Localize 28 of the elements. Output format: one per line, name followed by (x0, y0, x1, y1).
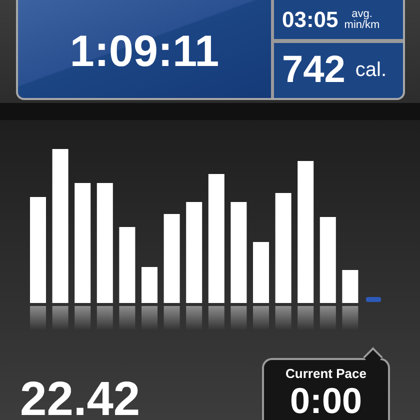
calories-value: 742 (282, 49, 346, 92)
current-pace-label: Current Pace (286, 366, 366, 381)
bar-reflection (74, 306, 91, 330)
bar-reflection (230, 306, 247, 330)
bar-reflection (208, 306, 224, 330)
bar-reflection (186, 306, 202, 330)
bar (342, 270, 358, 303)
bar-reflection (275, 306, 292, 330)
bar-reflection (298, 306, 314, 330)
bar-reflection (320, 306, 336, 330)
bar-reflection (119, 306, 136, 330)
duration-value: 1:09:11 (70, 26, 220, 77)
bar-reflection (52, 306, 68, 330)
distance-value: 22.42 (20, 376, 140, 420)
bar-reflection (164, 306, 180, 330)
calories-unit: cal. (355, 59, 387, 82)
avg-pace-value: 03:05 (282, 6, 338, 32)
bar-reflection (96, 306, 113, 330)
current-bar-marker (366, 297, 381, 302)
bar-reflection (253, 306, 269, 330)
bar (253, 242, 269, 303)
bar-reflection (142, 306, 158, 330)
bar (142, 267, 158, 303)
current-pace-value: 0:00 (290, 381, 362, 420)
avg-label: avg. (352, 8, 372, 20)
bar-reflection (30, 306, 46, 330)
pace-unit: min/km (344, 20, 380, 30)
bar-reflection (342, 306, 358, 330)
